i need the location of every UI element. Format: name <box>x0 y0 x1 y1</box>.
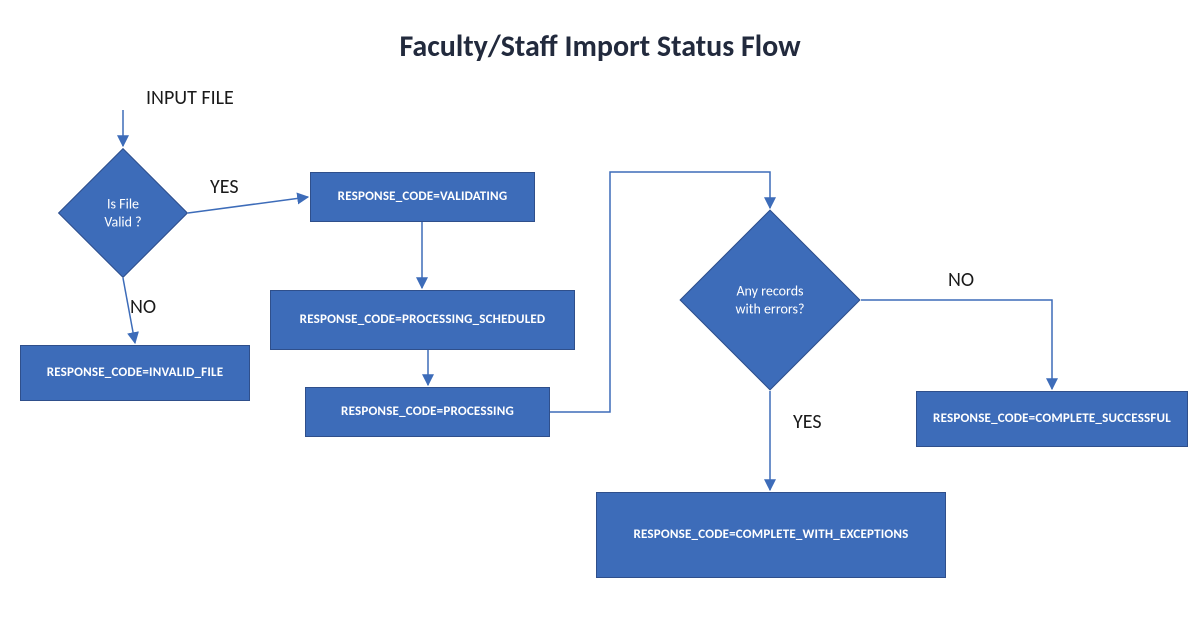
label-no-2: NO <box>948 268 974 292</box>
decision-is-file-valid: Is File Valid ? <box>58 148 188 278</box>
decision-is-file-valid-text: Is File Valid ? <box>104 196 141 231</box>
process-complete-exceptions-text: RESPONSE_CODE=COMPLETE_WITH_EXCEPTIONS <box>634 527 909 543</box>
label-yes-1: YES <box>210 175 239 199</box>
flowchart-canvas: Faculty/Staff Import Status Flow INPUT F… <box>0 0 1200 631</box>
process-processing-text: RESPONSE_CODE=PROCESSING <box>341 404 514 420</box>
label-yes-2: YES <box>793 410 822 434</box>
label-no-1: NO <box>130 295 156 319</box>
decision-any-errors: Any records with errors? <box>679 209 860 390</box>
process-processing: RESPONSE_CODE=PROCESSING <box>305 387 550 437</box>
process-processing-scheduled: RESPONSE_CODE=PROCESSING_SCHEDULED <box>270 290 575 350</box>
label-input-file: INPUT FILE <box>146 86 234 110</box>
process-complete-successful: RESPONSE_CODE=COMPLETE_SUCCESSFUL <box>916 391 1188 447</box>
process-invalid-file-text: RESPONSE_CODE=INVALID_FILE <box>47 365 224 381</box>
process-complete-exceptions: RESPONSE_CODE=COMPLETE_WITH_EXCEPTIONS <box>596 492 946 578</box>
process-complete-successful-text: RESPONSE_CODE=COMPLETE_SUCCESSFUL <box>933 411 1171 427</box>
process-invalid-file: RESPONSE_CODE=INVALID_FILE <box>20 345 250 401</box>
process-processing-scheduled-text: RESPONSE_CODE=PROCESSING_SCHEDULED <box>300 312 546 328</box>
decision-any-errors-text: Any records with errors? <box>736 283 805 318</box>
process-validating-text: RESPONSE_CODE=VALIDATING <box>338 189 508 205</box>
diagram-title: Faculty/Staff Import Status Flow <box>0 28 1200 65</box>
process-validating: RESPONSE_CODE=VALIDATING <box>310 172 535 222</box>
